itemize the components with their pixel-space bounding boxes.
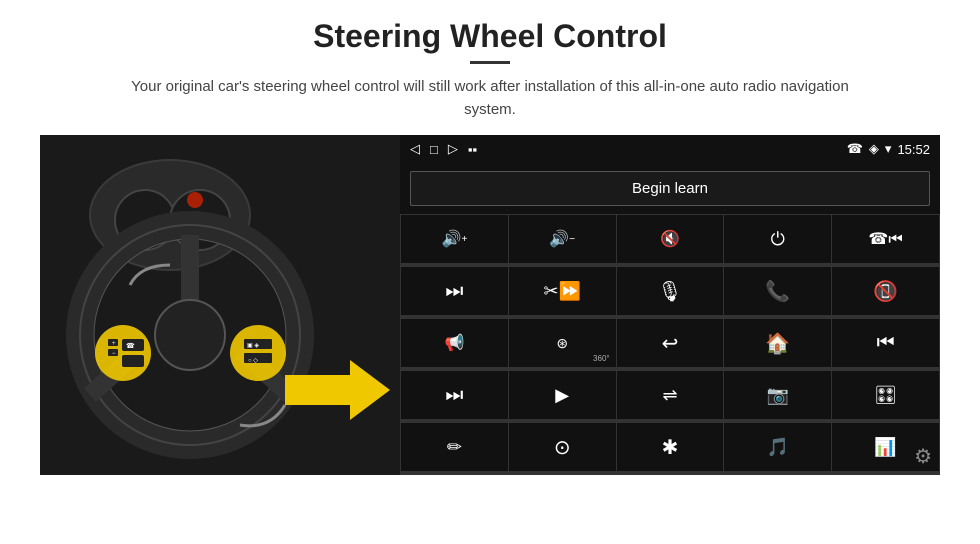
eq-button[interactable]: ⇌: [617, 371, 724, 419]
vol-up-icon: 🔊: [442, 229, 462, 249]
circle-button[interactable]: ⊙: [509, 423, 616, 471]
music-icon: 🎵: [767, 437, 789, 458]
navigate-icon: ▶: [555, 385, 569, 406]
speaker-icon: 📢: [444, 333, 464, 353]
title-divider: [470, 61, 510, 64]
android-panel: ◁ □ ▷ ▪▪ ☎ ◈ ▾ 15:52 Begin learn: [400, 135, 940, 475]
power-button[interactable]: ⏻: [724, 215, 831, 263]
gear-icon: ⚙: [914, 446, 932, 468]
360-button[interactable]: ⊛ 360°: [509, 319, 616, 367]
next-icon: ⏭: [445, 280, 463, 303]
steering-wheel-image: + − ☎ ▣ ◈ ○ ◇: [40, 135, 400, 475]
eq-icon: ⇌: [662, 385, 677, 406]
skip-icon: ⏭: [445, 384, 463, 407]
360-icon: ⊛: [556, 335, 568, 352]
power-icon: ⏻: [771, 229, 785, 250]
mic-button[interactable]: 🎙: [617, 267, 724, 315]
svg-text:☎: ☎: [126, 342, 135, 350]
home-icon: 🏠: [765, 331, 790, 356]
wifi-icon: ▾: [885, 141, 892, 157]
mute-icon: 🔇: [660, 229, 680, 249]
back-icon: ↩: [662, 331, 679, 356]
status-bar-left: ◁ □ ▷ ▪▪: [410, 141, 477, 157]
camera-button[interactable]: 📷: [724, 371, 831, 419]
location-icon: ◈: [869, 141, 879, 157]
nav-back-icon[interactable]: ◁: [410, 141, 420, 157]
page-subtitle: Your original car's steering wheel contr…: [110, 76, 870, 121]
status-bar-right: ☎ ◈ ▾ 15:52: [847, 141, 930, 157]
page-container: Steering Wheel Control Your original car…: [0, 0, 980, 544]
title-section: Steering Wheel Control Your original car…: [40, 18, 940, 135]
fast-forward-button[interactable]: ✂⏩: [509, 267, 616, 315]
nav-home-icon[interactable]: □: [430, 142, 438, 157]
begin-learn-row: Begin learn: [400, 163, 940, 214]
next-button[interactable]: ⏭: [401, 267, 508, 315]
skip-button[interactable]: ⏭: [401, 371, 508, 419]
vol-down-icon: 🔊: [549, 229, 569, 249]
begin-learn-button[interactable]: Begin learn: [410, 171, 930, 206]
end-call-button[interactable]: 📵: [832, 267, 939, 315]
signal-icon: ▪▪: [468, 142, 477, 157]
phone-status-icon: ☎: [847, 141, 863, 157]
svg-text:▣ ◈: ▣ ◈: [247, 343, 259, 349]
sliders-button[interactable]: 🎛: [832, 371, 939, 419]
prev-track-phone-icon: ☎⏮: [868, 229, 902, 249]
time-display: 15:52: [897, 142, 930, 157]
svg-text:+: +: [112, 341, 116, 347]
vol-down-button[interactable]: 🔊−: [509, 215, 616, 263]
status-bar: ◁ □ ▷ ▪▪ ☎ ◈ ▾ 15:52: [400, 135, 940, 163]
camera-icon: 📷: [767, 385, 789, 406]
end-call-icon: 📵: [873, 279, 898, 304]
page-title: Steering Wheel Control: [40, 18, 940, 55]
mute-button[interactable]: 🔇: [617, 215, 724, 263]
edit-icon: ✏: [447, 437, 462, 458]
svg-text:○ ◇: ○ ◇: [248, 358, 258, 364]
fast-forward-icon: ✂⏩: [543, 281, 581, 302]
call-icon: 📞: [765, 279, 790, 304]
speaker-button[interactable]: 📢: [401, 319, 508, 367]
bluetooth-icon: ✱: [662, 435, 679, 460]
call-button[interactable]: 📞: [724, 267, 831, 315]
prev-track-phone-button[interactable]: ☎⏮: [832, 215, 939, 263]
svg-text:−: −: [112, 351, 116, 357]
circle-icon: ⊙: [554, 435, 571, 460]
rewind-button[interactable]: ⏮: [832, 319, 939, 367]
sliders-icon: 🎛: [874, 385, 897, 406]
settings-gear-button[interactable]: ⚙: [914, 444, 932, 469]
navigate-button[interactable]: ▶: [509, 371, 616, 419]
equalizer-icon: 📊: [874, 437, 896, 458]
rewind-icon: ⏮: [877, 332, 895, 355]
music-button[interactable]: 🎵: [724, 423, 831, 471]
mic-icon: 🎙: [657, 279, 682, 304]
icon-grid: 🔊+ 🔊− 🔇 ⏻ ☎⏮ ⏭ ✂⏩: [400, 214, 940, 475]
back-button[interactable]: ↩: [617, 319, 724, 367]
vol-up-button[interactable]: 🔊+: [401, 215, 508, 263]
bluetooth-button[interactable]: ✱: [617, 423, 724, 471]
content-area: + − ☎ ▣ ◈ ○ ◇: [40, 135, 940, 475]
nav-recent-icon[interactable]: ▷: [448, 141, 458, 157]
home-button[interactable]: 🏠: [724, 319, 831, 367]
edit-button[interactable]: ✏: [401, 423, 508, 471]
